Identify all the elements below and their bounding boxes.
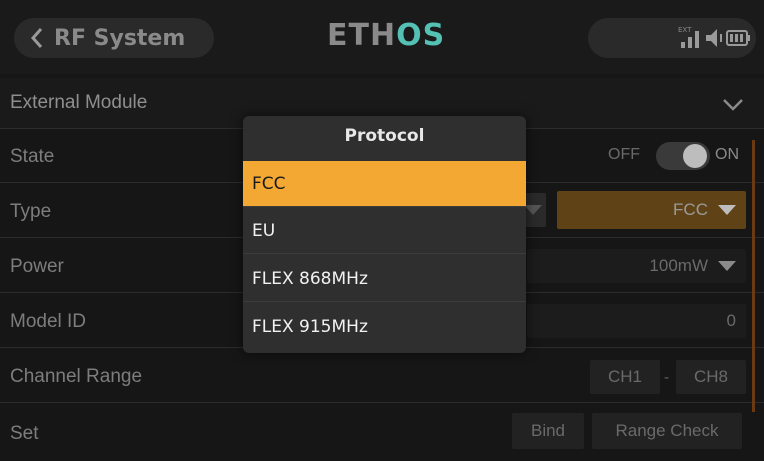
type-prev-selector[interactable] <box>524 193 546 227</box>
ethos-logo: ETHOS <box>327 18 445 53</box>
option-label: FLEX 915MHz <box>252 317 368 337</box>
power-value: 100mW <box>649 256 708 275</box>
state-off-text: OFF <box>608 146 640 163</box>
option-label: FCC <box>252 173 286 194</box>
model-id-label: Model ID <box>10 311 87 332</box>
triangle-down-icon <box>524 205 542 215</box>
bind-button[interactable]: Bind <box>512 413 584 449</box>
type-value: FCC <box>673 200 708 219</box>
power-label: Power <box>10 256 64 277</box>
protocol-popup: Protocol FCC EU FLEX 868MHz FLEX 915MHz <box>243 116 526 353</box>
triangle-down-icon <box>718 205 736 215</box>
back-button[interactable]: RF System <box>14 18 214 58</box>
channel-end-value: CH8 <box>693 367 728 386</box>
option-label: FLEX 868MHz <box>252 268 368 289</box>
triangle-down-icon <box>718 261 736 271</box>
section-label: External Module <box>10 92 148 113</box>
type-label: Type <box>10 201 52 222</box>
model-id-field[interactable]: 0 <box>527 304 746 338</box>
set-label: Set <box>10 423 39 444</box>
state-on-text: ON <box>715 146 739 163</box>
popup-title: Protocol <box>344 126 425 146</box>
range-check-label: Range Check <box>615 421 719 440</box>
power-select[interactable]: 100mW <box>527 249 746 283</box>
channel-range-separator: - <box>664 370 670 386</box>
type-select[interactable]: FCC <box>557 191 746 229</box>
state-label: State <box>10 146 55 167</box>
channel-start-value: CH1 <box>607 367 642 386</box>
protocol-option-flex-915[interactable]: FLEX 915MHz <box>243 304 526 350</box>
page-title: RF System <box>54 25 186 51</box>
speaker-icon <box>706 29 722 47</box>
screen: RF System ETHOS EXT External Module Stat… <box>0 0 764 461</box>
option-label: EU <box>252 220 276 241</box>
status-pill[interactable]: EXT <box>588 18 756 58</box>
model-id-value: 0 <box>726 311 736 330</box>
scrollbar[interactable] <box>752 140 755 412</box>
toggle-knob <box>683 144 707 168</box>
protocol-option-fcc[interactable]: FCC <box>243 161 526 207</box>
channel-range-label: Channel Range <box>10 366 143 387</box>
chevron-left-icon <box>30 28 43 48</box>
signal-bars-icon <box>681 31 699 48</box>
chevron-down-icon <box>723 99 743 111</box>
logo-main-text: ETH <box>327 18 397 53</box>
logo-accent-text: OS <box>396 18 446 53</box>
protocol-option-flex-868[interactable]: FLEX 868MHz <box>243 256 526 302</box>
header-bar: RF System ETHOS EXT <box>0 0 764 74</box>
battery-icon <box>726 30 750 46</box>
bind-button-label: Bind <box>530 421 566 440</box>
channel-end-field[interactable]: CH8 <box>676 360 746 394</box>
channel-start-field[interactable]: CH1 <box>590 360 660 394</box>
range-check-button[interactable]: Range Check <box>592 413 742 449</box>
protocol-option-eu[interactable]: EU <box>243 208 526 254</box>
